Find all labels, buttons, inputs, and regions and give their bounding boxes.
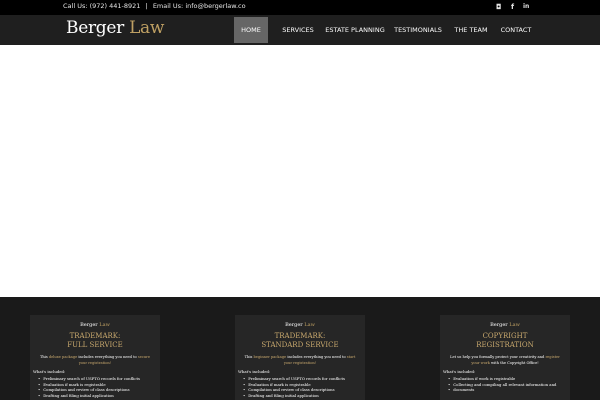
list-item: Drafting and filing initial application [38, 393, 160, 399]
service-card-trademark-standard[interactable]: Berger Law TRADEMARK: STANDARD SERVICE T… [235, 315, 365, 400]
card-description: This beginner package includes everythin… [244, 355, 356, 365]
services-section: Berger Law TRADEMARK: FULL SERVICE This … [0, 297, 600, 400]
included-label: What's included: [33, 369, 66, 374]
card-logo: Berger Law [285, 322, 315, 328]
main-header: Berger Law HOME SERVICES ESTATE PLANNING… [0, 15, 600, 45]
included-list: Evaluation if work is registrable Collec… [448, 376, 570, 393]
card-description: Let us help you formally protect your cr… [450, 355, 560, 365]
card-description: This deluxe package includes everything … [39, 355, 150, 365]
nav-the-team[interactable]: THE TEAM [451, 17, 491, 43]
card-title: TRADEMARK: FULL SERVICE [67, 332, 123, 349]
instagram-icon[interactable]: ◘ [496, 2, 502, 12]
phone-text[interactable]: Call Us: (972) 441-8921 [63, 2, 140, 10]
card-logo: Berger Law [80, 322, 110, 328]
card-logo: Berger Law [490, 322, 520, 328]
list-item: Drafting and filing initial application [243, 393, 365, 399]
included-list: Preliminary search of USPTO records for … [38, 376, 160, 398]
email-text[interactable]: Email Us: info@bergerlaw.co [153, 2, 246, 10]
card-title: TRADEMARK: STANDARD SERVICE [261, 332, 339, 349]
service-card-copyright[interactable]: Berger Law COPYRIGHT REGISTRATION Let us… [440, 315, 570, 400]
facebook-icon[interactable]: f [511, 2, 514, 12]
nav-contact[interactable]: CONTACT [497, 17, 535, 43]
contact-info: Call Us: (972) 441-8921 | Email Us: info… [63, 2, 246, 10]
separator: | [145, 2, 148, 10]
top-bar: Call Us: (972) 441-8921 | Email Us: info… [0, 0, 600, 15]
nav-home[interactable]: HOME [234, 17, 268, 43]
logo-word-berger: Berger [66, 18, 124, 38]
nav-estate-planning[interactable]: ESTATE PLANNING [323, 17, 387, 43]
included-list: Preliminary search of USPTO records for … [243, 376, 365, 398]
linkedin-icon[interactable]: in [523, 2, 529, 12]
card-title: COPYRIGHT REGISTRATION [476, 332, 534, 349]
service-card-trademark-full[interactable]: Berger Law TRADEMARK: FULL SERVICE This … [30, 315, 160, 400]
nav-services[interactable]: SERVICES [278, 17, 318, 43]
logo-word-law: Law [129, 18, 165, 38]
included-label: What's included: [443, 369, 476, 374]
included-label: What's included: [238, 369, 271, 374]
hero-area [0, 45, 600, 297]
nav-testimonials[interactable]: TESTIMONIALS [391, 17, 445, 43]
list-item: documents [448, 387, 570, 393]
site-logo[interactable]: Berger Law [66, 18, 164, 38]
